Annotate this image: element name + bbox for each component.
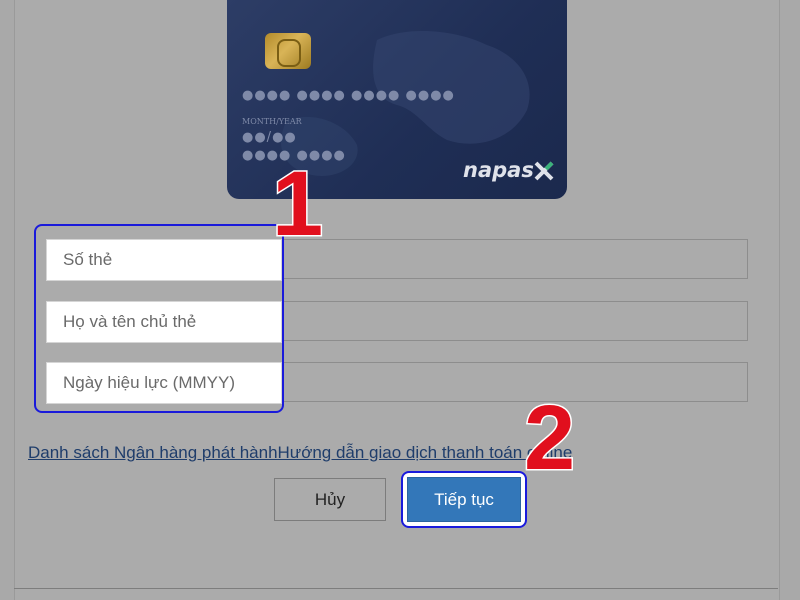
napas-logo: napas [463,158,534,182]
holder-name-input[interactable] [47,302,281,342]
napas-x-icon [534,161,554,181]
bank-list-link[interactable]: Danh sách Ngân hàng phát hành [28,443,278,462]
card-number-mask: ●●●● ●●●● ●●●● ●●●● [242,88,455,103]
card-number-field[interactable] [46,239,282,281]
help-links: Danh sách Ngân hàng phát hànhHướng dẫn g… [28,443,572,463]
card-expiry-mask: ●●/●● [242,130,297,145]
cancel-button[interactable]: Hủy [274,478,386,521]
bottom-divider [14,588,778,589]
continue-button[interactable]: Tiếp tục [407,477,521,522]
valid-date-field[interactable] [46,362,282,404]
valid-date-input[interactable] [47,363,281,403]
card-number-input[interactable] [47,240,281,280]
step-2-marker: 2 [522,387,576,489]
holder-name-field[interactable] [46,301,282,343]
card-chip-icon [265,33,311,69]
month-year-label: MONTH/YEAR [242,117,302,126]
step-1-marker: 1 [270,153,324,255]
